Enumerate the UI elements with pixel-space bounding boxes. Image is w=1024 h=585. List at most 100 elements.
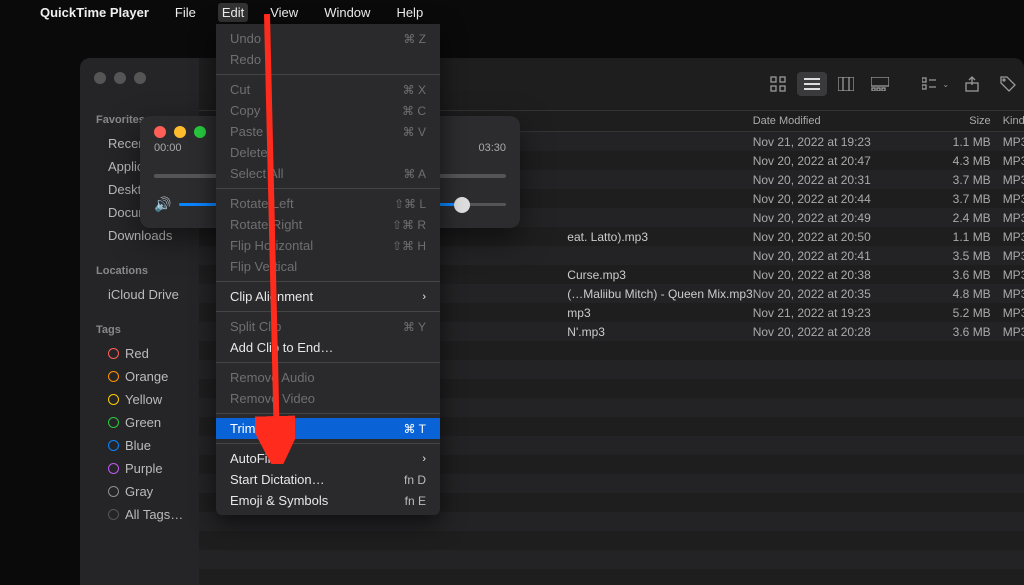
menu-item-label: Copy bbox=[230, 103, 260, 118]
menu-item-add-clip-to-end[interactable]: Add Clip to End… bbox=[216, 337, 440, 358]
menu-separator bbox=[216, 413, 440, 414]
menu-shortcut: ⇧⌘ R bbox=[392, 218, 426, 232]
menu-item-delete: Delete bbox=[216, 142, 440, 163]
zoom-window-icon[interactable] bbox=[134, 72, 146, 84]
menu-item-remove-audio: Remove Audio bbox=[216, 367, 440, 388]
tag-dot-icon bbox=[108, 440, 119, 451]
tags-icon[interactable] bbox=[993, 72, 1023, 96]
menu-item-trim[interactable]: Trim… ⌘ T bbox=[216, 418, 440, 439]
sidebar-tag-purple[interactable]: Purple bbox=[80, 457, 199, 480]
share-icon[interactable] bbox=[957, 72, 987, 96]
table-row-empty bbox=[199, 550, 1024, 569]
menu-edit[interactable]: Edit bbox=[218, 3, 248, 22]
file-kind: MP3 audio bbox=[1003, 211, 1024, 225]
menu-file[interactable]: File bbox=[171, 3, 200, 22]
menu-shortcut: ⌘ Z bbox=[403, 32, 426, 46]
menu-separator bbox=[216, 74, 440, 75]
file-kind: MP3 audio bbox=[1003, 268, 1024, 282]
file-kind: MP3 audio bbox=[1003, 306, 1024, 320]
file-date: Nov 20, 2022 at 20:31 bbox=[753, 173, 933, 187]
menu-item-flip-vertical: Flip Vertical bbox=[216, 256, 440, 277]
col-header-kind[interactable]: Kind bbox=[1003, 115, 1024, 127]
sidebar-tag-yellow[interactable]: Yellow bbox=[80, 388, 199, 411]
menu-view[interactable]: View bbox=[266, 3, 302, 22]
tag-dot-icon bbox=[108, 486, 119, 497]
file-size: 3.7 MB bbox=[933, 173, 1003, 187]
menu-item-label: Remove Audio bbox=[230, 370, 315, 385]
qt-minimize-icon[interactable] bbox=[174, 126, 186, 138]
sidebar-header-locations: Locations bbox=[80, 259, 199, 283]
menu-shortcut: ⇧⌘ L bbox=[394, 197, 426, 211]
menu-shortcut: ⌘ T bbox=[404, 422, 426, 436]
menu-item-clip-alignment[interactable]: Clip Alignment› bbox=[216, 286, 440, 307]
qt-close-icon[interactable] bbox=[154, 126, 166, 138]
submenu-arrow-icon: › bbox=[422, 291, 426, 303]
menu-item-remove-video: Remove Video bbox=[216, 388, 440, 409]
menu-separator bbox=[216, 188, 440, 189]
qt-zoom-icon[interactable] bbox=[194, 126, 206, 138]
file-size: 4.8 MB bbox=[933, 287, 1003, 301]
menu-item-label: Cut bbox=[230, 82, 250, 97]
menu-item-emoji-symbols[interactable]: Emoji & Symbolsfn E bbox=[216, 490, 440, 511]
sidebar-tag-orange[interactable]: Orange bbox=[80, 365, 199, 388]
group-by-icon[interactable]: ⌄ bbox=[921, 72, 951, 96]
minimize-window-icon[interactable] bbox=[114, 72, 126, 84]
menu-separator bbox=[216, 311, 440, 312]
tag-dot-icon bbox=[108, 509, 119, 520]
menu-item-paste: Paste⌘ V bbox=[216, 121, 440, 142]
menu-item-label: Remove Video bbox=[230, 391, 315, 406]
menu-item-label: Add Clip to End… bbox=[230, 340, 333, 355]
menu-item-label: Rotate Left bbox=[230, 196, 294, 211]
file-kind: MP3 audio bbox=[1003, 230, 1024, 244]
view-gallery-icon[interactable] bbox=[865, 72, 895, 96]
file-size: 1.1 MB bbox=[933, 135, 1003, 149]
view-columns-icon[interactable] bbox=[831, 72, 861, 96]
tag-dot-icon bbox=[108, 463, 119, 474]
sidebar-tag-gray[interactable]: Gray bbox=[80, 480, 199, 503]
view-grid-icon[interactable] bbox=[763, 72, 793, 96]
file-size: 3.7 MB bbox=[933, 192, 1003, 206]
sidebar-tag-red[interactable]: Red bbox=[80, 342, 199, 365]
file-date: Nov 20, 2022 at 20:38 bbox=[753, 268, 933, 282]
submenu-arrow-icon: › bbox=[422, 453, 426, 465]
menu-item-autofill[interactable]: AutoFill› bbox=[216, 448, 440, 469]
file-date: Nov 20, 2022 at 20:28 bbox=[753, 325, 933, 339]
close-window-icon[interactable] bbox=[94, 72, 106, 84]
menu-item-redo: Redo bbox=[216, 49, 440, 70]
menu-shortcut: ⌘ C bbox=[402, 104, 426, 118]
menu-item-label: Trim… bbox=[230, 421, 269, 436]
file-size: 3.6 MB bbox=[933, 268, 1003, 282]
menubar-app-name[interactable]: QuickTime Player bbox=[36, 3, 153, 22]
file-kind: MP3 audio bbox=[1003, 192, 1024, 206]
col-header-size[interactable]: Size bbox=[933, 115, 1003, 127]
table-row-empty bbox=[199, 531, 1024, 550]
edit-menu-dropdown: Undo⌘ ZRedoCut⌘ XCopy⌘ CPaste⌘ VDeleteSe… bbox=[216, 24, 440, 515]
menu-item-start-dictation[interactable]: Start Dictation…fn D bbox=[216, 469, 440, 490]
volume-icon[interactable]: 🔊 bbox=[154, 196, 171, 213]
sidebar-tag-all[interactable]: All Tags… bbox=[80, 503, 199, 526]
menu-item-label: Undo bbox=[230, 31, 261, 46]
menu-item-select-all: Select All⌘ A bbox=[216, 163, 440, 184]
file-size: 2.4 MB bbox=[933, 211, 1003, 225]
menubar: QuickTime Player File Edit View Window H… bbox=[0, 0, 1024, 24]
menu-help[interactable]: Help bbox=[392, 3, 427, 22]
sidebar-tag-blue[interactable]: Blue bbox=[80, 434, 199, 457]
file-kind: MP3 audio bbox=[1003, 287, 1024, 301]
sidebar-tag-green[interactable]: Green bbox=[80, 411, 199, 434]
window-controls bbox=[94, 72, 146, 84]
menu-shortcut: ⌘ V bbox=[403, 125, 426, 139]
menu-item-label: Flip Vertical bbox=[230, 259, 297, 274]
menu-item-label: Redo bbox=[230, 52, 261, 67]
volume-thumb-icon[interactable] bbox=[454, 197, 470, 213]
menu-shortcut: ⇧⌘ H bbox=[392, 239, 426, 253]
menu-window[interactable]: Window bbox=[320, 3, 374, 22]
file-date: Nov 20, 2022 at 20:49 bbox=[753, 211, 933, 225]
menu-item-label: Split Clip bbox=[230, 319, 281, 334]
sidebar-item-icloud[interactable]: iCloud Drive bbox=[80, 283, 199, 306]
file-kind: MP3 audio bbox=[1003, 173, 1024, 187]
file-date: Nov 20, 2022 at 20:41 bbox=[753, 249, 933, 263]
file-kind: MP3 audio bbox=[1003, 325, 1024, 339]
col-header-date[interactable]: Date Modified bbox=[753, 115, 933, 127]
tag-dot-icon bbox=[108, 417, 119, 428]
view-list-icon[interactable] bbox=[797, 72, 827, 96]
